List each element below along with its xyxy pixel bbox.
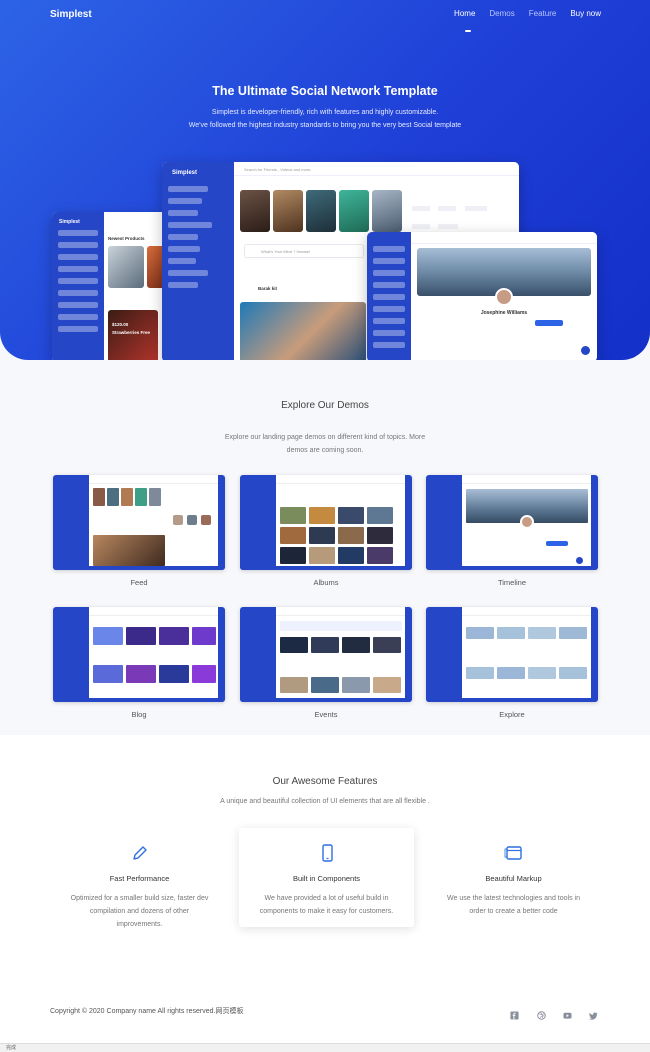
demo-label-feed[interactable]: Feed <box>53 578 225 587</box>
dribbble-icon[interactable] <box>536 1011 546 1021</box>
nav-feature[interactable]: Feature <box>529 9 557 18</box>
hero-subtitle-line-1: Simplest is developer-friendly, rich wit… <box>211 109 439 116</box>
status-text: 完成 <box>6 1045 17 1051</box>
feature-desc-line: improvements. <box>116 921 163 928</box>
demo-label-blog[interactable]: Blog <box>53 710 225 719</box>
feature-desc-line: We have provided a lot of useful build i… <box>264 895 389 902</box>
demos-subtitle-line-1: Explore our landing page demos on differ… <box>224 434 426 441</box>
hero-title: The Ultimate Social Network Template <box>212 84 438 98</box>
mockup-profile-name: Josephine Williams <box>480 310 528 316</box>
mobile-icon <box>321 844 333 862</box>
browser-icon <box>504 846 522 860</box>
feature-description: We have provided a lot of useful build i… <box>239 892 414 918</box>
feature-desc-line: components to make it easy for customers… <box>259 908 394 915</box>
twitter-icon[interactable] <box>588 1011 598 1021</box>
feature-desc-line: compilation and dozens of other <box>89 908 190 915</box>
mockup-main-sidebar: Simplest <box>162 162 234 360</box>
demo-card-events[interactable] <box>240 607 412 702</box>
hero-mockup-profile: Josephine Williams <box>367 232 597 360</box>
mockup-promo: Strawberries Free <box>112 330 151 335</box>
facebook-icon[interactable] <box>509 1011 519 1021</box>
nav-demos[interactable]: Demos <box>489 9 514 18</box>
feature-title: Built in Components <box>292 874 361 883</box>
demo-label-albums[interactable]: Albums <box>240 578 412 587</box>
pencil-icon <box>132 846 147 860</box>
feature-beautiful-markup: Beautiful Markup We use the latest techn… <box>426 843 601 918</box>
features-subtitle: A unique and beautiful collection of UI … <box>220 798 430 805</box>
feature-fast-performance: Fast Performance Optimized for a smaller… <box>52 843 227 931</box>
demos-subtitle: Explore our landing page demos on differ… <box>0 431 650 457</box>
demo-label-events[interactable]: Events <box>240 710 412 719</box>
mockup-logo: Simplest <box>59 219 80 225</box>
feature-desc-line: order to create a better code <box>469 908 558 915</box>
nav-active-indicator <box>465 30 471 32</box>
mockup-profile-avatar <box>495 288 513 306</box>
hero-subtitle: Simplest is developer-friendly, rich wit… <box>0 106 650 132</box>
hero-section: Simplest Home Demos Feature Buy now The … <box>0 0 650 360</box>
mockup-search: Search for Friends , Videos and more.. <box>244 167 313 172</box>
demo-card-feed[interactable] <box>53 475 225 570</box>
mockup-post-input: What's Your Mind ? Hamse! <box>244 244 364 258</box>
youtube-icon[interactable] <box>562 1011 572 1021</box>
feature-desc-line: Optimized for a smaller build size, fast… <box>70 895 209 902</box>
browser-status-bar: 完成 <box>0 1043 650 1052</box>
mockup-post-user: Barak kit <box>258 286 278 291</box>
hero-subtitle-line-2: We've followed the highest industry stan… <box>188 122 462 129</box>
demos-subtitle-line-2: demos are coming soon. <box>286 447 364 454</box>
mockup-price: $120.00 <box>112 322 129 327</box>
demo-label-timeline[interactable]: Timeline <box>426 578 598 587</box>
feature-built-in-components: Built in Components We have provided a l… <box>239 843 414 918</box>
nav-home[interactable]: Home <box>454 9 475 18</box>
main-nav: Home Demos Feature Buy now <box>454 9 601 18</box>
footer-copyright: Copyright © 2020 Company name All rights… <box>50 1008 244 1015</box>
feature-description: We use the latest technologies and tools… <box>426 892 601 918</box>
feature-desc-line: We use the latest technologies and tools… <box>447 895 580 902</box>
demo-card-explore[interactable] <box>426 607 598 702</box>
mockup-sidebar: Simplest <box>52 212 104 360</box>
hero-mockup-left: Simplest Newest Products $120.00 Strawbe… <box>52 212 167 360</box>
demos-title: Explore Our Demos <box>281 400 369 411</box>
feature-title: Fast Performance <box>109 874 170 883</box>
site-logo[interactable]: Simplest <box>50 9 92 20</box>
feature-description: Optimized for a smaller build size, fast… <box>52 892 227 931</box>
feature-title: Beautiful Markup <box>485 874 542 883</box>
mockup-profile-sidebar <box>367 232 411 360</box>
nav-buy-now[interactable]: Buy now <box>570 9 601 18</box>
demo-card-albums[interactable] <box>240 475 412 570</box>
mockup-main-logo: Simplest <box>172 170 198 176</box>
demo-card-blog[interactable] <box>53 607 225 702</box>
features-title: Our Awesome Features <box>272 776 378 787</box>
demo-label-explore[interactable]: Explore <box>426 710 598 719</box>
mockup-products-title: Newest Products <box>108 236 145 241</box>
demo-card-timeline[interactable] <box>426 475 598 570</box>
